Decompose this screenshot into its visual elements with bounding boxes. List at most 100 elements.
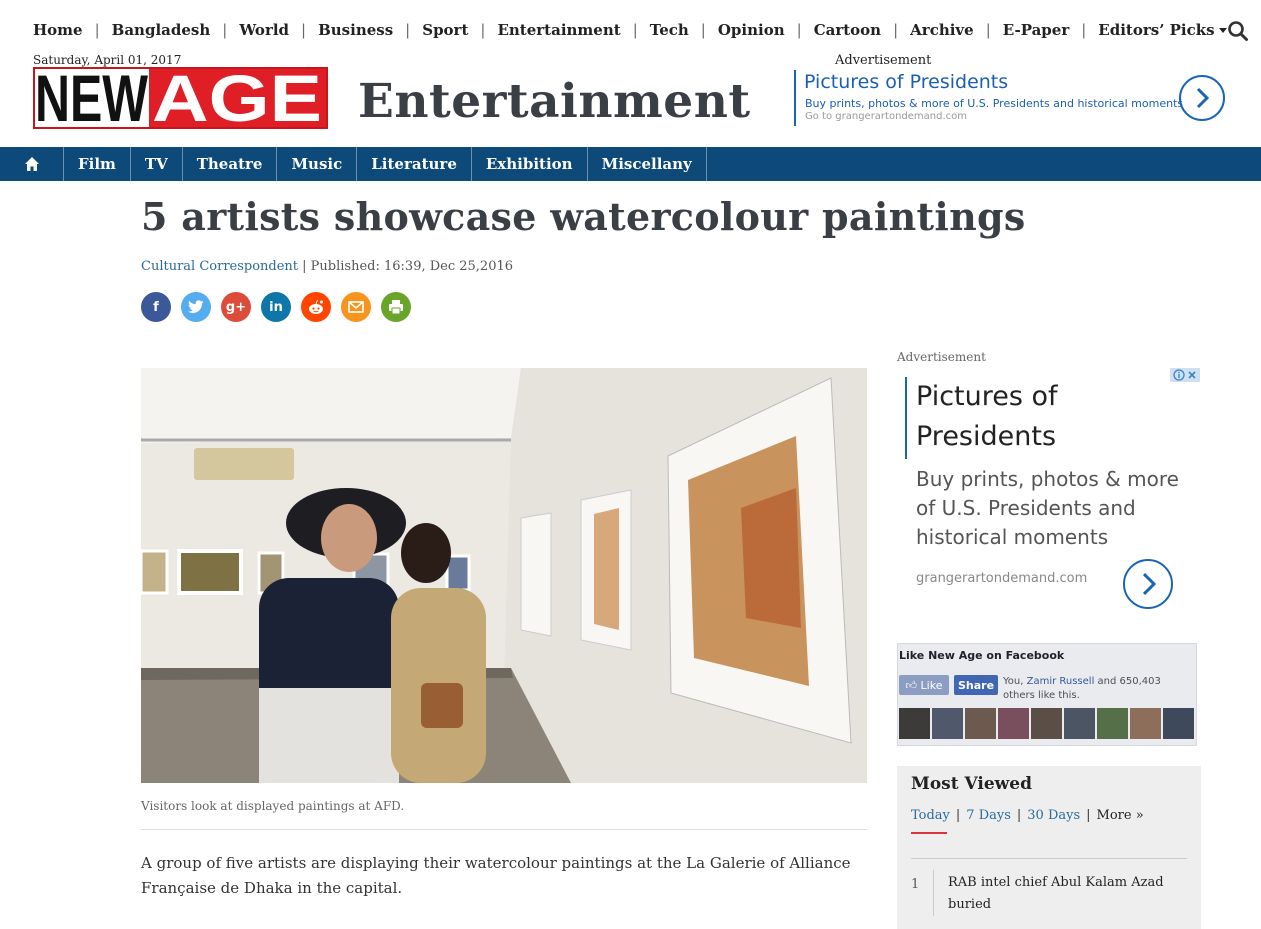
secnav-music[interactable]: Music [277,147,358,181]
print-icon[interactable] [381,292,411,322]
chevron-right-icon[interactable] [1123,559,1173,609]
tab-today[interactable]: Today [911,808,950,823]
ad-title[interactable]: Pictures of Presidents [804,71,1008,93]
caret-down-icon [1218,27,1227,33]
tab-separator: | [1016,808,1022,823]
nav-separator: | [796,21,802,39]
facebook-heading[interactable]: Like New Age on Facebook [899,649,1064,662]
nav-separator: | [632,21,638,39]
adchoices-icon[interactable] [1170,368,1200,382]
nav-separator: | [94,21,100,39]
avatar[interactable] [1031,708,1062,739]
topnav-sport[interactable]: Sport [422,21,468,39]
facebook-social-text: You, Zamir Russell and 650,403 others li… [1003,675,1195,703]
tab-separator: | [1086,808,1091,823]
nav-separator: | [405,21,411,39]
advertisement-label: Advertisement [835,53,932,68]
topnav-home[interactable]: Home [33,21,83,39]
article-paragraph: A group of five artists are displaying t… [141,854,851,897]
sidebar-ad-description: Buy prints, photos & more of U.S. Presid… [916,467,1179,549]
secnav-theatre[interactable]: Theatre [183,147,278,181]
google-plus-icon[interactable]: g+ [221,292,251,322]
most-viewed-item[interactable]: RAB intel chief Abul Kalam Azad buried [948,872,1178,916]
divider [141,829,867,830]
topnav-tech[interactable]: Tech [650,21,689,39]
topnav-opinion[interactable]: Opinion [718,21,785,39]
sidebar-ad-title[interactable]: Pictures of Presidents [916,377,1116,457]
secnav-exhibition[interactable]: Exhibition [472,147,588,181]
secnav-film[interactable]: Film [64,147,131,181]
most-viewed-tabs: Today | 7 Days | 30 Days | More » [911,808,1144,823]
sidebar-ad-url[interactable]: grangerartondemand.com [916,571,1087,586]
email-icon[interactable] [341,292,371,322]
facebook-share-button[interactable]: Share [954,675,998,695]
chevron-right-icon[interactable] [1179,75,1225,121]
facebook-you: You, [1003,676,1027,687]
facebook-friend-name[interactable]: Zamir Russell [1027,676,1095,687]
nav-separator: | [1081,21,1087,39]
editors-picks-label: Editors’ Picks [1098,21,1215,39]
topnav-bangladesh[interactable]: Bangladesh [112,21,211,39]
avatar[interactable] [1130,708,1161,739]
secnav-tv[interactable]: TV [131,147,183,181]
facebook-icon[interactable]: f [141,292,171,322]
svg-text:NEW: NEW [35,69,149,127]
secnav-miscellany[interactable]: Miscellany [588,147,707,181]
nav-separator: | [985,21,991,39]
photo-caption: Visitors look at displayed paintings at … [141,799,405,813]
tab-30-days[interactable]: 30 Days [1027,808,1080,823]
topnav-cartoon[interactable]: Cartoon [814,21,881,39]
top-advertisement[interactable]: Pictures of Presidents Buy prints, photo… [794,70,1230,126]
avatar[interactable] [1097,708,1128,739]
tab-separator: | [955,808,961,823]
topnav-editors-picks[interactable]: Editors’ Picks [1098,21,1227,39]
topnav-world[interactable]: World [239,21,289,39]
avatar[interactable] [998,708,1029,739]
article-headline: 5 artists showcase watercolour paintings [141,194,1026,239]
ad-accent-bar [905,377,907,459]
topnav-archive[interactable]: Archive [910,21,974,39]
article-photo [141,368,867,783]
most-viewed-heading: Most Viewed [911,774,1033,794]
like-label: Like [920,678,943,692]
avatar[interactable] [932,708,963,739]
reddit-icon[interactable] [301,292,331,322]
current-date: Saturday, April 01, 2017 [33,53,182,67]
avatar[interactable] [1064,708,1095,739]
section-title: Entertainment [358,74,751,129]
active-tab-underline [911,832,947,834]
tab-more[interactable]: More » [1097,808,1144,823]
linkedin-icon[interactable]: in [261,292,291,322]
author-link[interactable]: Cultural Correspondent [141,259,298,274]
secnav-literature[interactable]: Literature [357,147,472,181]
nav-separator: | [222,21,228,39]
facebook-widget: Like New Age on Facebook 👍︎ Like Share Y… [897,643,1197,746]
thumbs-up-icon: 👍︎ [905,678,921,692]
nav-separator: | [893,21,899,39]
nav-separator: | [480,21,486,39]
divider [933,870,934,916]
avatar[interactable] [899,708,930,739]
top-navigation: Home | Bangladesh | World | Business | Sport… [33,19,1227,41]
topnav-entertainment[interactable]: Entertainment [497,21,620,39]
byline: Cultural Correspondent | Published: 16:3… [141,259,513,274]
sidebar-advertisement[interactable]: Pictures of Presidents Buy prints, photo… [897,367,1201,629]
most-viewed-widget: Most Viewed Today | 7 Days | 30 Days | More… [897,766,1201,929]
tab-7-days[interactable]: 7 Days [966,808,1011,823]
facebook-like-button[interactable]: 👍︎ Like [899,675,949,695]
section-navigation: Film TV Theatre Music Literature Exhibit… [0,147,1261,181]
topnav-business[interactable]: Business [318,21,393,39]
search-icon[interactable] [1227,20,1249,42]
avatar[interactable] [965,708,996,739]
site-logo[interactable]: NEW AGE [33,67,328,129]
twitter-icon[interactable] [181,292,211,322]
article-body: A group of five artists are displaying t… [141,851,867,921]
facebook-faces [899,708,1194,739]
topnav-epaper[interactable]: E-Paper [1003,21,1069,39]
home-icon[interactable] [0,147,64,181]
avatar[interactable] [1163,708,1194,739]
nav-separator: | [700,21,706,39]
sidebar-advertisement-label: Advertisement [897,350,986,364]
share-bar: f g+ in [141,292,411,322]
ad-url[interactable]: Go to grangerartondemand.com [805,111,967,122]
